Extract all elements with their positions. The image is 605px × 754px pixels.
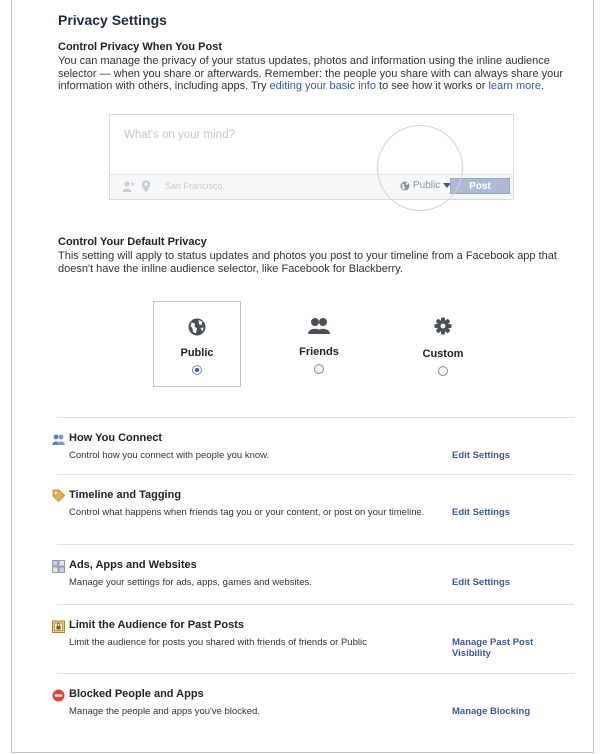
privacy-radio-friends[interactable]: [314, 364, 324, 374]
manage-past-post-visibility-link[interactable]: Manage Past Post Visibility: [452, 637, 547, 659]
setting-description: Limit the audience for posts you shared …: [69, 637, 367, 648]
privacy-option-friends[interactable]: Friends: [275, 301, 363, 387]
learn-more-link[interactable]: learn more: [488, 80, 541, 92]
edit-settings-timeline-tagging-link[interactable]: Edit Settings: [452, 507, 562, 518]
tag-icon: [52, 489, 65, 502]
control-post-text: You can manage the privacy of your statu…: [58, 55, 564, 92]
setting-description: Control what happens when friends tag yo…: [69, 507, 425, 518]
location-pin-icon[interactable]: [141, 180, 151, 193]
people-icon: [52, 434, 65, 445]
divider: [57, 474, 574, 475]
edit-settings-how-you-connect-link[interactable]: Edit Settings: [452, 450, 562, 461]
setting-description: Manage your settings for ads, apps, game…: [69, 577, 312, 588]
gear-icon: [434, 317, 452, 335]
default-privacy-text: This setting will apply to status update…: [58, 250, 557, 275]
lock-icon: [52, 620, 65, 633]
setting-title: Blocked People and Apps: [69, 688, 204, 700]
manage-blocking-link[interactable]: Manage Blocking: [452, 706, 562, 717]
apps-icon: [52, 560, 65, 573]
block-icon: [52, 689, 65, 702]
tag-friends-icon[interactable]: [122, 181, 134, 192]
edit-settings-ads-apps-link[interactable]: Edit Settings: [452, 577, 562, 588]
status-input[interactable]: What's on your mind?: [124, 129, 235, 141]
divider: [57, 604, 574, 605]
globe-icon: [188, 318, 206, 336]
setting-title: Timeline and Tagging: [69, 489, 182, 501]
zoom-highlight-circle: [377, 125, 463, 211]
privacy-radio-custom[interactable]: [438, 366, 448, 376]
default-privacy-title: Control Your Default Privacy: [58, 236, 207, 248]
privacy-radio-public[interactable]: [192, 365, 202, 375]
privacy-option-label: Custom: [422, 348, 464, 360]
location-label: San Francisco: [165, 181, 223, 191]
divider: [57, 417, 574, 418]
page-title: Privacy Settings: [58, 12, 167, 28]
privacy-option-label: Public: [180, 347, 214, 359]
control-post-title: Control Privacy When You Post: [58, 41, 223, 53]
setting-title: Ads, Apps and Websites: [69, 559, 197, 571]
divider: [57, 673, 574, 674]
setting-description: Control how you connect with people you …: [69, 450, 270, 461]
privacy-option-public[interactable]: Public: [153, 301, 241, 387]
privacy-option-label: Friends: [299, 346, 339, 358]
friends-icon: [308, 318, 330, 334]
edit-basic-info-link[interactable]: editing your basic info: [270, 80, 376, 92]
divider: [57, 544, 574, 545]
setting-title: Limit the Audience for Past Posts: [69, 619, 245, 631]
setting-title: How You Connect: [69, 432, 163, 444]
setting-description: Manage the people and apps you've blocke…: [69, 706, 260, 717]
privacy-option-custom[interactable]: Custom: [399, 301, 487, 387]
